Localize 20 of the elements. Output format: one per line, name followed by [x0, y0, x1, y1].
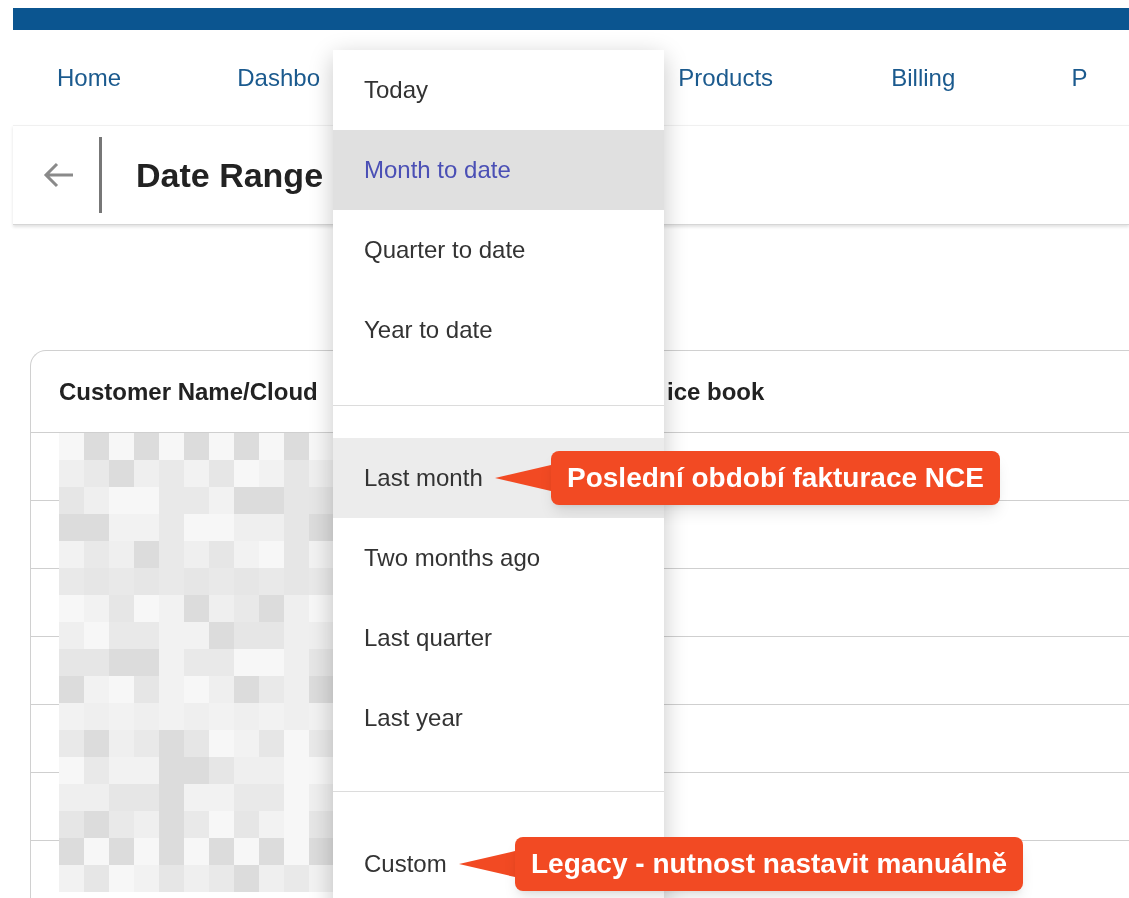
nav-link[interactable]: P [1071, 63, 1088, 91]
page-title: Date Range [136, 154, 324, 196]
back-arrow-icon[interactable] [43, 161, 75, 189]
nav-link[interactable]: Products [678, 63, 774, 91]
callout-label: Poslední období fakturace NCE [551, 451, 1000, 505]
callout-label: Legacy - nutnost nastavit manuálně [515, 837, 1024, 891]
menu-item[interactable]: Last year [333, 678, 664, 758]
nav-link[interactable]: Dashbo [237, 63, 320, 91]
menu-item[interactable]: Last quarter [333, 598, 664, 678]
menu-item[interactable]: Year to date [333, 290, 664, 370]
menu-item[interactable]: Quarter to date [333, 210, 664, 290]
nav-link[interactable]: Billing [891, 63, 956, 91]
menu-item[interactable]: Two months ago [333, 518, 664, 598]
column-header: Customer Name/Cloud [59, 377, 318, 405]
nav-link[interactable]: Home [57, 63, 122, 91]
callout-pointer [459, 851, 515, 877]
menu-item[interactable]: Today [333, 50, 664, 130]
menu-item[interactable]: Month to date [333, 130, 664, 210]
callout-pointer [495, 465, 551, 491]
column-header: ice book [667, 376, 765, 407]
